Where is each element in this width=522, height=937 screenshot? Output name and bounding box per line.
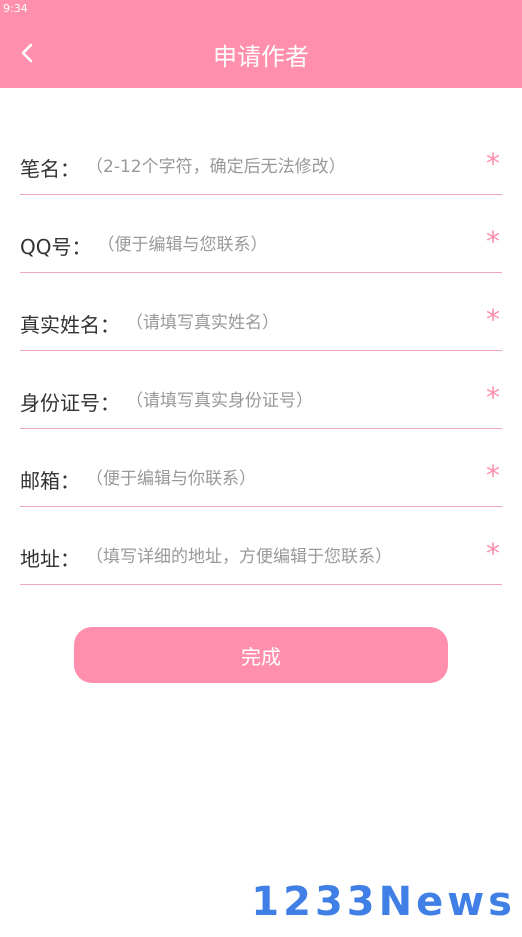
id-number-field: 身份证号： *: [20, 374, 502, 429]
qq-field: QQ号： *: [20, 218, 502, 273]
watermark-logo: 1233News: [251, 879, 516, 925]
qq-label: QQ号：: [20, 234, 92, 259]
pen-name-input[interactable]: [86, 147, 502, 187]
required-mark: *: [486, 537, 500, 570]
back-button[interactable]: [6, 32, 48, 74]
required-mark: *: [486, 303, 500, 336]
real-name-field: 真实姓名： *: [20, 296, 502, 351]
submit-button[interactable]: 完成: [74, 627, 448, 683]
status-time: 9:34: [3, 2, 28, 15]
app-bar: 申请作者: [0, 18, 522, 88]
required-mark: *: [486, 225, 500, 258]
address-input[interactable]: [86, 537, 502, 577]
address-field: 地址： *: [20, 530, 502, 585]
required-mark: *: [486, 459, 500, 492]
apply-author-form: 笔名： * QQ号： * 真实姓名： * 身份证号： * 邮箱： * 地址： *: [20, 140, 502, 608]
page-title: 申请作者: [213, 43, 309, 71]
real-name-input[interactable]: [126, 303, 502, 343]
email-label: 邮箱：: [20, 468, 80, 493]
id-number-label: 身份证号：: [20, 390, 120, 415]
pen-name-label: 笔名：: [20, 156, 80, 181]
chevron-left-icon: [21, 43, 33, 63]
real-name-label: 真实姓名：: [20, 312, 120, 337]
required-mark: *: [486, 381, 500, 414]
address-label: 地址：: [20, 546, 80, 571]
email-field: 邮箱： *: [20, 452, 502, 507]
required-mark: *: [486, 147, 500, 180]
status-bar: 9:34: [0, 0, 522, 18]
id-number-input[interactable]: [126, 381, 502, 421]
email-input[interactable]: [86, 459, 502, 499]
pen-name-field: 笔名： *: [20, 140, 502, 195]
qq-input[interactable]: [97, 225, 502, 265]
